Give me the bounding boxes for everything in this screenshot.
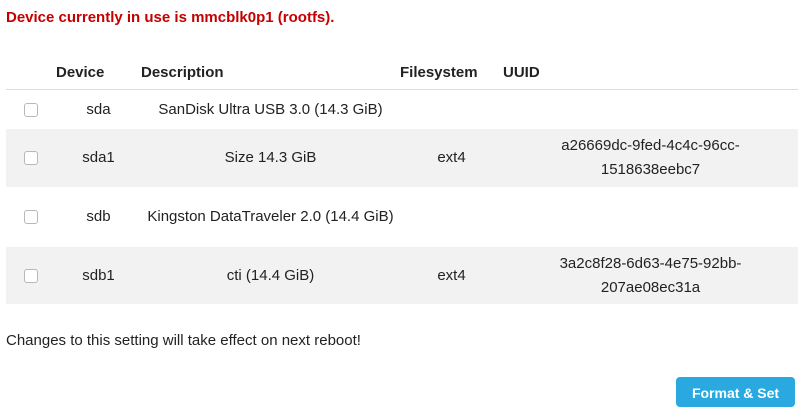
description-cell: Size 14.3 GiB <box>141 129 400 187</box>
uuid-text: 3a2c8f28-6d63-4e75-92bb-207ae08ec31a <box>559 254 742 296</box>
table-header-row: Device Description Filesystem UUID <box>6 55 798 90</box>
format-and-set-button[interactable]: Format & Set <box>676 377 795 407</box>
table-row: sda SanDisk Ultra USB 3.0 (14.3 GiB) <box>6 90 798 130</box>
description-cell: Kingston DataTraveler 2.0 (14.4 GiB) <box>147 208 394 225</box>
table-row: sdb Kingston DataTraveler 2.0 (14.4 GiB) <box>6 187 798 247</box>
uuid-cell <box>503 90 798 130</box>
row-select-checkbox[interactable] <box>24 268 38 283</box>
row-select-checkbox[interactable] <box>24 102 38 117</box>
device-in-use-warning: Device currently in use is mmcblk0p1 (ro… <box>6 9 335 26</box>
row-select-checkbox[interactable] <box>24 151 38 166</box>
uuid-cell: a26669dc-9fed-4c4c-96cc-1518638eebc7 <box>503 129 798 187</box>
header-description: Description <box>141 55 400 90</box>
device-cell: sda <box>86 100 111 118</box>
header-select <box>6 55 56 90</box>
header-device: Device <box>56 55 141 90</box>
device-cell: sdb1 <box>56 247 141 304</box>
reboot-note: Changes to this setting will take effect… <box>6 332 361 349</box>
device-table: Device Description Filesystem UUID sda S… <box>6 55 798 304</box>
device-cell: sda1 <box>56 129 141 187</box>
table-row: sdb1 cti (14.4 GiB) ext4 3a2c8f28-6d63-4… <box>6 247 798 304</box>
row-select-checkbox[interactable] <box>24 210 38 225</box>
uuid-cell <box>503 187 798 247</box>
filesystem-cell <box>400 187 503 247</box>
filesystem-cell: ext4 <box>400 129 503 187</box>
header-filesystem: Filesystem <box>400 55 503 90</box>
description-cell: SanDisk Ultra USB 3.0 (14.3 GiB) <box>158 100 383 118</box>
header-uuid: UUID <box>503 55 798 90</box>
uuid-text: a26669dc-9fed-4c4c-96cc-1518638eebc7 <box>561 137 740 178</box>
device-cell: sdb <box>86 208 111 225</box>
filesystem-cell <box>400 90 503 130</box>
filesystem-cell: ext4 <box>400 247 503 304</box>
uuid-cell: 3a2c8f28-6d63-4e75-92bb-207ae08ec31a <box>503 247 798 304</box>
table-row: sda1 Size 14.3 GiB ext4 a26669dc-9fed-4c… <box>6 129 798 187</box>
description-cell: cti (14.4 GiB) <box>141 247 400 304</box>
